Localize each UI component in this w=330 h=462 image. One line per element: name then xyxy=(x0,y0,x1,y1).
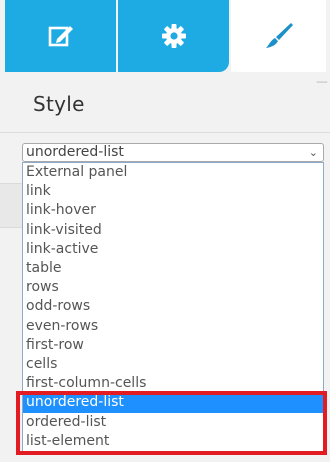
option-list-element[interactable]: list-element xyxy=(26,432,109,451)
divider xyxy=(0,132,330,133)
option-odd-rows[interactable]: odd-rows xyxy=(26,297,90,316)
option-table[interactable]: table xyxy=(26,259,61,278)
edit-icon xyxy=(48,23,74,49)
brush-icon xyxy=(264,21,294,51)
property-row-strip xyxy=(0,183,22,228)
selector-dropdown-list[interactable]: External panel link link-hover link-visi… xyxy=(22,162,324,452)
option-first-row[interactable]: first-row xyxy=(26,336,84,355)
option-first-column-cells[interactable]: first-column-cells xyxy=(26,374,146,393)
option-cells[interactable]: cells xyxy=(26,355,57,374)
option-even-rows[interactable]: even-rows xyxy=(26,317,98,336)
option-external-panel[interactable]: External panel xyxy=(26,163,127,182)
element-selector[interactable]: unordered-list ⌄ xyxy=(22,143,324,162)
gear-icon xyxy=(161,23,187,49)
truncated-glyph: ᅳ xyxy=(316,76,328,91)
panel-title: Style xyxy=(33,92,85,116)
option-rows[interactable]: rows xyxy=(26,278,59,297)
option-ordered-list[interactable]: ordered-list xyxy=(26,413,106,432)
tab-bar xyxy=(0,0,330,72)
tab-settings[interactable] xyxy=(118,0,229,72)
option-link[interactable]: link xyxy=(26,182,51,201)
tab-edit[interactable] xyxy=(5,0,116,72)
chevron-down-icon: ⌄ xyxy=(308,146,318,159)
option-unordered-list[interactable]: unordered-list xyxy=(23,393,323,413)
selector-value: unordered-list xyxy=(26,144,124,160)
tab-style[interactable] xyxy=(231,0,326,72)
option-link-active[interactable]: link-active xyxy=(26,240,98,259)
option-link-hover[interactable]: link-hover xyxy=(26,201,96,220)
option-link-visited[interactable]: link-visited xyxy=(26,221,102,240)
